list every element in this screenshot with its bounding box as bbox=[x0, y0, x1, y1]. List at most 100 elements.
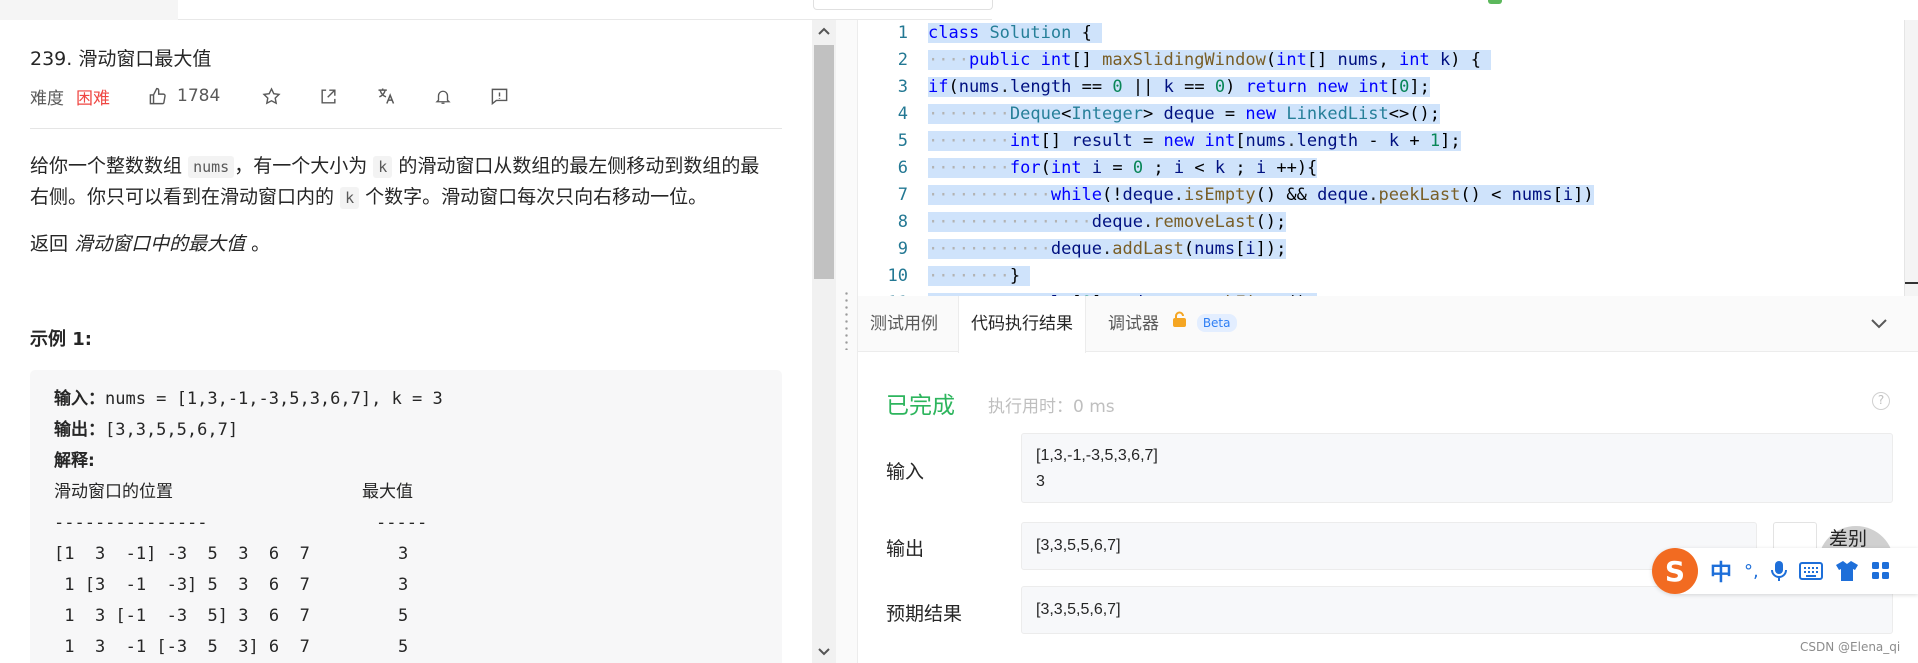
col-window: 滑动窗口的位置 bbox=[54, 482, 173, 502]
problem-meta-bar: 难度 困难 1784 bbox=[30, 84, 509, 109]
tab-test-cases[interactable]: 测试用例 bbox=[858, 296, 950, 352]
window-cell: [1 3 -1] -3 5 3 6 7 bbox=[54, 544, 310, 564]
max-cell: 3 bbox=[398, 544, 409, 564]
like-button[interactable]: 1784 bbox=[148, 86, 220, 106]
line-number: 4 bbox=[897, 104, 908, 124]
favorite-button[interactable] bbox=[262, 86, 281, 106]
example-title: 示例 1: bbox=[30, 329, 92, 350]
code-line-2: ····public int[] maxSlidingWindow(int[] … bbox=[928, 47, 1492, 74]
line-number: 9 bbox=[897, 239, 908, 259]
microphone-icon[interactable] bbox=[1770, 560, 1787, 582]
help-icon[interactable]: ? bbox=[1872, 392, 1890, 410]
example-dash-row: --------------- ----- bbox=[54, 508, 782, 539]
window-cell: 1 3 -1 [-3 5 3] 6 7 bbox=[54, 637, 310, 657]
keyboard-icon[interactable] bbox=[1798, 562, 1823, 580]
return-prefix: 返回 bbox=[30, 233, 69, 255]
beta-badge: Beta bbox=[1196, 313, 1237, 332]
star-icon bbox=[262, 86, 281, 105]
line-number: 7 bbox=[897, 185, 908, 205]
window-cell: 1 [3 -1 -3] 5 3 6 7 bbox=[54, 575, 310, 595]
return-suffix: 。 bbox=[251, 233, 271, 255]
top-gray-block bbox=[0, 0, 178, 20]
drag-handle-icon[interactable] bbox=[845, 290, 848, 350]
top-green-marker bbox=[1488, 0, 1502, 4]
example-input-row: 输入：nums = [1,3,-1,-3,5,3,6,7], k = 3 bbox=[54, 384, 782, 415]
editor-scrollbar[interactable] bbox=[1904, 20, 1918, 296]
dash-right: ----- bbox=[376, 513, 428, 533]
ime-toolbar[interactable]: S 中 °, bbox=[1652, 548, 1918, 594]
scroll-position-marker bbox=[1905, 282, 1918, 284]
code-line-9: ············deque.addLast(nums[i]); bbox=[928, 239, 1287, 259]
return-statement: 返回 滑动窗口中的最大值 。 bbox=[30, 229, 270, 256]
example-block: 输入：nums = [1,3,-1,-3,5,3,6,7], k = 3 输出：… bbox=[30, 370, 782, 663]
tab-label: 测试用例 bbox=[870, 314, 938, 334]
execution-time: 执行用时：0 ms bbox=[988, 397, 1115, 417]
input-k-value: 3 bbox=[1036, 473, 1045, 490]
tab-debugger[interactable]: 调试器 Beta bbox=[1096, 296, 1249, 352]
code-line-7: ············while(!deque.isEmpty() && de… bbox=[928, 185, 1594, 205]
collapse-chevron-icon[interactable] bbox=[1870, 314, 1890, 334]
tab-label: 调试器 bbox=[1108, 314, 1159, 334]
output-value-box: [3,3,5,5,6,7] bbox=[1021, 522, 1757, 570]
code-line-4: ········Deque<Integer> deque = new Linke… bbox=[928, 104, 1440, 124]
ime-language-toggle[interactable]: 中 bbox=[1710, 555, 1732, 587]
csdn-watermark: CSDN @Elena_qi bbox=[1800, 640, 1901, 654]
feedback-button[interactable] bbox=[490, 87, 509, 106]
line-number: 2 bbox=[897, 50, 908, 70]
code-line-1: class Solution { bbox=[928, 20, 1103, 47]
code-text-area[interactable]: class Solution { ····public int[] maxSli… bbox=[928, 20, 1918, 296]
return-emphasis: 滑动窗口中的最大值 bbox=[74, 233, 246, 255]
notify-button[interactable] bbox=[434, 87, 452, 106]
line-number: 5 bbox=[897, 131, 908, 151]
max-cell: 3 bbox=[398, 575, 409, 595]
max-cell: 5 bbox=[398, 637, 409, 657]
ime-punctuation-toggle[interactable]: °, bbox=[1744, 561, 1759, 582]
meta-divider bbox=[30, 128, 782, 129]
code-line-10: ········} bbox=[928, 263, 1031, 290]
scroll-down-arrow-icon[interactable] bbox=[817, 645, 831, 659]
line-number: 3 bbox=[897, 77, 908, 97]
share-button[interactable] bbox=[319, 87, 338, 106]
problem-description: 给你一个整数数组 nums ，有一个大小为 k 的滑动窗口从数组的最左侧移动到数组… bbox=[30, 151, 790, 213]
line-number: 10 bbox=[887, 266, 908, 286]
input-nums-value: [1,3,-1,-3,5,3,6,7] bbox=[1036, 447, 1158, 464]
panel-splitter[interactable] bbox=[836, 20, 858, 663]
max-cell: 5 bbox=[398, 606, 409, 626]
desc-text: 给你一个整数数组 bbox=[30, 155, 183, 177]
problem-panel: 239. 滑动窗口最大值 难度 困难 1784 给你一个整数数组 nums ，有一… bbox=[0, 20, 812, 663]
grid-menu-icon[interactable] bbox=[1871, 561, 1891, 581]
dash-left: --------------- bbox=[54, 513, 208, 533]
col-max: 最大值 bbox=[362, 482, 413, 502]
code-nums: nums bbox=[188, 156, 235, 178]
example-window-row: 1 3 [-1 -3 5] 3 6 7 5 bbox=[54, 601, 782, 632]
tab-execution-result[interactable]: 代码执行结果 bbox=[958, 296, 1086, 353]
translate-button[interactable] bbox=[376, 86, 396, 106]
line-number-gutter: 1 2 3 4 5 6 7 8 9 10 11 bbox=[858, 20, 922, 296]
code-k: k bbox=[340, 187, 360, 209]
example-input-value: nums = [1,3,-1,-3,5,3,6,7], k = 3 bbox=[105, 389, 443, 409]
scrollbar-thumb[interactable] bbox=[814, 45, 834, 279]
input-value-box: [1,3,-1,-3,5,3,6,7] 3 bbox=[1021, 433, 1893, 503]
problem-scrollbar[interactable] bbox=[812, 20, 836, 663]
bell-icon bbox=[435, 90, 451, 104]
difficulty-label: 难度 bbox=[30, 88, 64, 109]
difficulty-badge: 困难 bbox=[76, 88, 110, 109]
example-window-row: [1 3 -1] -3 5 3 6 7 3 bbox=[54, 539, 782, 570]
output-value: [3,3,5,5,6,7] bbox=[1036, 537, 1121, 554]
sogou-logo-icon[interactable]: S bbox=[1652, 548, 1698, 594]
problem-title: 239. 滑动窗口最大值 bbox=[30, 48, 212, 70]
diff-button[interactable]: 差别 bbox=[1829, 524, 1867, 551]
example-input-label: 输入： bbox=[54, 389, 105, 409]
scroll-up-arrow-icon[interactable] bbox=[817, 24, 831, 38]
skin-shirt-icon[interactable] bbox=[1835, 560, 1859, 582]
example-window-row: 1 3 -1 [-3 5 3] 6 7 5 bbox=[54, 632, 782, 663]
example-header-row: 滑动窗口的位置 最大值 bbox=[54, 477, 782, 508]
leetcode-workspace: { "problem": { "title": "239. 滑动窗口最大值", … bbox=[0, 0, 1918, 663]
code-editor[interactable]: 1 2 3 4 5 6 7 8 9 10 11 class Solution {… bbox=[858, 20, 1918, 296]
code-line-6: ········for(int i = 0 ; i < k ; i ++){ bbox=[928, 158, 1318, 178]
code-k: k bbox=[373, 156, 393, 178]
output-label: 输出 bbox=[886, 538, 925, 560]
example-output-label: 输出： bbox=[54, 420, 105, 440]
top-strip bbox=[0, 0, 1918, 20]
desc-text: ，有一个大小为 bbox=[234, 155, 368, 177]
